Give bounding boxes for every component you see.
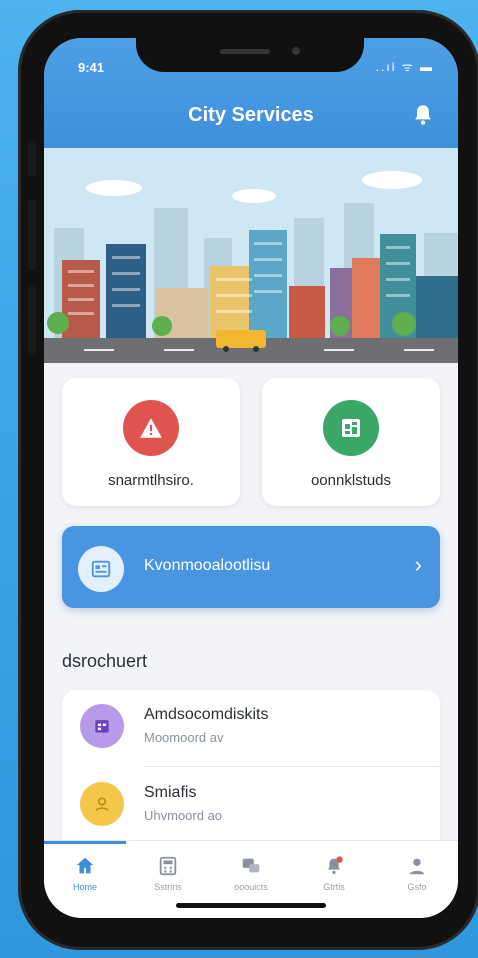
quick-action-card-2[interactable]: oonnklstuds [262,378,440,506]
home-icon [76,857,94,874]
app-header: 9:41 ..ıl ᯤ ▬ City Services [44,38,458,148]
quick-action-card-1[interactable]: snarmtlhsiro. [62,378,240,506]
side-button [28,200,36,270]
bottom-tab-bar: Home Sstriris ooouicts Gtrtis Gsfo [44,840,458,918]
document-icon [78,546,124,592]
service-list: Amdsocomdiskits Moomoord av Smiafis Uhvm… [62,690,440,860]
list-item[interactable]: Smiafis Uhvmoord ao [62,768,440,846]
tab-profile[interactable]: Gsfo [376,841,458,901]
divider [144,766,440,767]
notification-icon [328,856,343,875]
city-banner-image [44,148,458,363]
chat-icon [242,858,260,873]
quick-action-label: snarmtlhsiro. [108,472,194,489]
list-item-subtitle: Uhvmoord ao [144,808,223,823]
tab-requests[interactable]: ooouicts [210,841,292,901]
bell-icon[interactable] [410,102,436,128]
tab-alerts[interactable]: Gtrtis [293,841,375,901]
calculator-icon [159,856,177,876]
tab-label: Gsfo [407,882,427,892]
page-title: City Services [188,104,314,126]
tab-home[interactable]: Home [44,841,126,901]
list-item-title: Smiafis [144,784,197,801]
camera-notch [136,38,364,72]
side-button [28,285,36,355]
quick-action-label: oonnklstuds [310,472,392,489]
list-item-subtitle: Moomoord av [144,730,224,745]
tab-services[interactable]: Sstriris [127,841,209,901]
tab-label: Gtrtis [323,882,345,892]
list-item-title: Amdsocomdiskits [144,706,269,723]
list-item[interactable]: Amdsocomdiskits Moomoord av [62,690,440,768]
status-time: 9:41 [78,60,105,75]
tab-label: Home [72,882,97,892]
calendar-icon [80,704,124,748]
tab-label: ooouicts [234,882,268,892]
chevron-right-icon: › [414,552,422,577]
tab-label: Sstriris [154,882,182,892]
user-icon [80,782,124,826]
app-screen: 9:41 ..ıl ᯤ ▬ City Services snarmtlhsiro… [44,38,458,918]
feature-banner-label: Kvonmooalootlisu [144,557,271,574]
section-title: dsrochuert [62,651,148,671]
home-indicator [176,903,326,908]
alert-triangle-icon [123,400,179,456]
side-button [28,140,36,176]
profile-icon [409,858,425,875]
status-icons: ..ıl ᯤ ▬ [375,60,434,74]
map-icon [323,400,379,456]
feature-banner-button[interactable]: Kvonmooalootlisu › [62,526,440,608]
